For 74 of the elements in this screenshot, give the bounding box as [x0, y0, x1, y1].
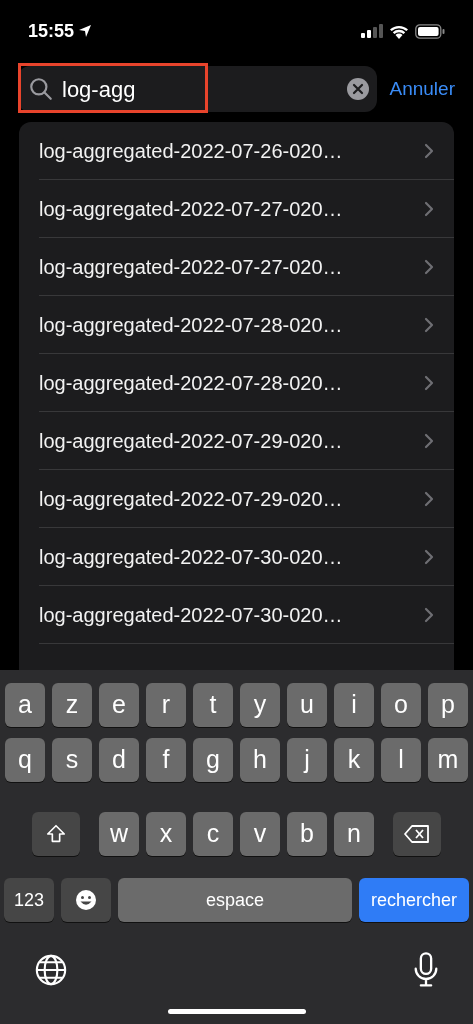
search-icon — [28, 76, 54, 102]
cancel-button[interactable]: Annuler — [389, 74, 455, 104]
emoji-key[interactable] — [61, 878, 111, 922]
result-title: log-aggregated-2022-07-28-020… — [39, 312, 344, 338]
chevron-right-icon — [424, 200, 434, 217]
result-row[interactable]: log-aggregated-2022-07-29-020… — [39, 412, 454, 470]
key[interactable]: v — [240, 812, 280, 856]
chevron-right-icon — [424, 258, 434, 275]
key[interactable]: m — [428, 738, 468, 782]
smiley-icon — [74, 888, 98, 912]
key[interactable]: r — [146, 683, 186, 727]
key[interactable]: d — [99, 738, 139, 782]
result-title: log-aggregated-2022-07-30-020… — [39, 544, 344, 570]
result-row[interactable]: log-aggregated-2022-07-27-020… — [39, 180, 454, 238]
result-title: log-aggregated-2022-07-27-020… — [39, 254, 344, 280]
key[interactable]: k — [334, 738, 374, 782]
globe-icon[interactable] — [34, 953, 68, 987]
shift-key[interactable] — [32, 812, 80, 856]
result-title: log-aggregated-2022-07-29-020… — [39, 486, 344, 512]
result-row[interactable]: log-aggregated-2022-07-28-020… — [39, 296, 454, 354]
result-row[interactable]: log-aggregated-2022-07-30-020… — [39, 528, 454, 586]
signal-icon — [361, 24, 383, 38]
result-title: log-aggregated-2022-07-29-020… — [39, 428, 344, 454]
chevron-right-icon — [424, 142, 434, 159]
key[interactable]: g — [193, 738, 233, 782]
location-arrow-icon — [78, 24, 93, 38]
key[interactable]: f — [146, 738, 186, 782]
key[interactable]: o — [381, 683, 421, 727]
search-key[interactable]: rechercher — [359, 878, 469, 922]
backspace-key[interactable] — [393, 812, 441, 856]
result-row[interactable]: log-aggregated-2022-07-27-020… — [39, 238, 454, 296]
result-title: log-aggregated-2022-07-27-020… — [39, 196, 344, 222]
key[interactable]: c — [193, 812, 233, 856]
result-row[interactable]: log-aggregated-2022-07-29-020… — [39, 470, 454, 528]
key[interactable]: s — [52, 738, 92, 782]
result-title: log-aggregated-2022-07-30-020… — [39, 602, 344, 628]
result-row[interactable]: log-aggregated-2022-07-30-020… — [39, 586, 454, 644]
key[interactable]: y — [240, 683, 280, 727]
shift-icon — [45, 823, 67, 845]
space-key[interactable]: espace — [118, 878, 352, 922]
status-time: 15:55 — [28, 19, 75, 43]
key[interactable]: q — [5, 738, 45, 782]
microphone-icon[interactable] — [413, 952, 439, 988]
clear-icon[interactable] — [346, 78, 369, 100]
result-row[interactable]: log-aggregated-2022-07-26-020… — [39, 122, 454, 180]
backspace-icon — [403, 823, 431, 845]
key[interactable]: h — [240, 738, 280, 782]
key[interactable]: w — [99, 812, 139, 856]
key[interactable]: z — [52, 683, 92, 727]
chevron-right-icon — [424, 374, 434, 391]
numbers-key[interactable]: 123 — [4, 878, 54, 922]
key[interactable]: x — [146, 812, 186, 856]
result-row[interactable]: log-aggregated-2022-07-28-020… — [39, 354, 454, 412]
result-title: log-aggregated-2022-07-28-020… — [39, 370, 344, 396]
key[interactable]: u — [287, 683, 327, 727]
search-field[interactable]: log-agg — [18, 66, 377, 112]
key[interactable]: e — [99, 683, 139, 727]
wifi-icon — [389, 23, 409, 39]
key[interactable]: l — [381, 738, 421, 782]
chevron-right-icon — [424, 548, 434, 565]
key[interactable]: n — [334, 812, 374, 856]
chevron-right-icon — [424, 316, 434, 333]
key[interactable]: b — [287, 812, 327, 856]
search-text: log-agg — [62, 75, 136, 104]
chevron-right-icon — [424, 606, 434, 623]
key[interactable]: j — [287, 738, 327, 782]
chevron-right-icon — [424, 432, 434, 449]
key[interactable]: t — [193, 683, 233, 727]
chevron-right-icon — [424, 490, 434, 507]
battery-icon — [415, 23, 445, 39]
key[interactable]: a — [5, 683, 45, 727]
key[interactable]: i — [334, 683, 374, 727]
result-title: log-aggregated-2022-07-26-020… — [39, 138, 344, 164]
key[interactable]: p — [428, 683, 468, 727]
